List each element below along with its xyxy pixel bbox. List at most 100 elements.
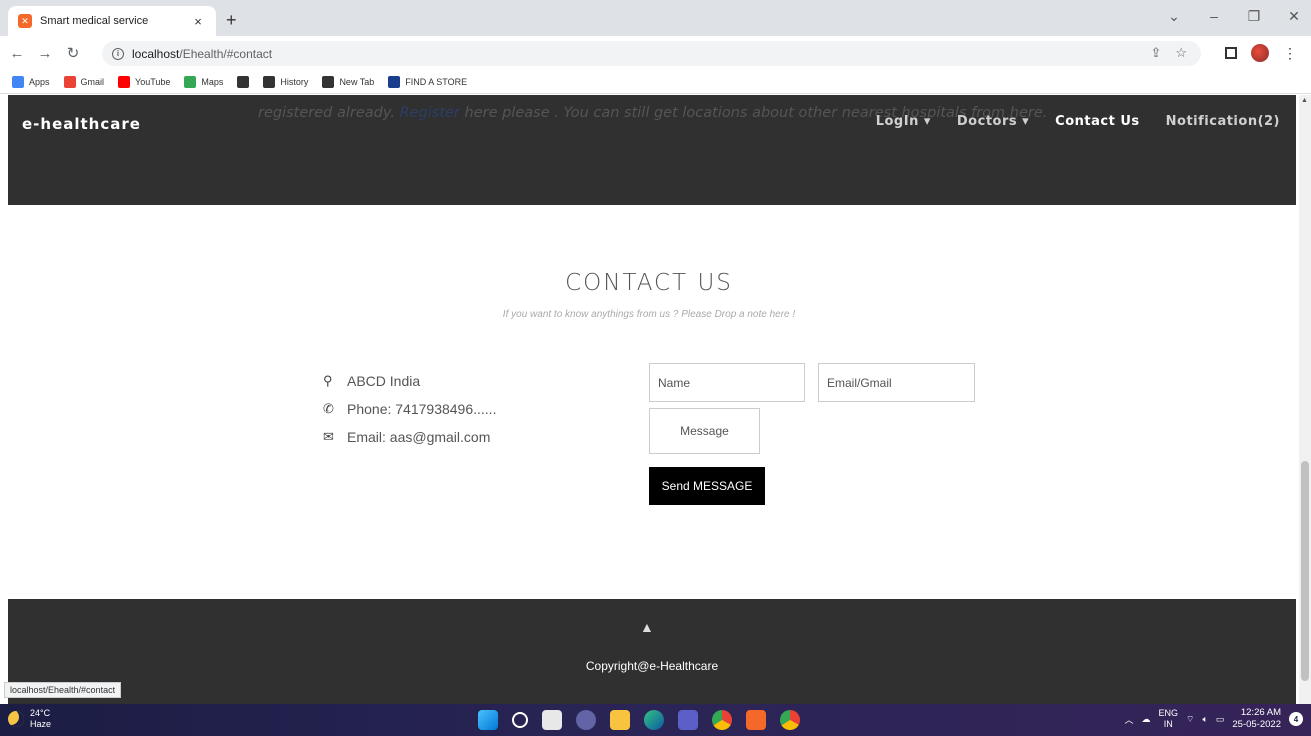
edge-icon[interactable] — [644, 710, 664, 730]
phone-icon: ✆ — [323, 401, 334, 416]
bookmark-label: FIND A STORE — [405, 76, 468, 87]
system-tray: ︿ ☁ ENG IN ⌔ 🔈︎ ▭ 12:26 AM 25-05-2022 4 — [1124, 707, 1303, 731]
browser-toolbar: ← → ↻ i localhost/Ehealth/#contact ⇪ ☆ ⋮ — [0, 36, 1311, 70]
address-bar[interactable]: i localhost/Ehealth/#contact ⇪ ☆ — [102, 41, 1201, 66]
bookmark-label: Gmail — [80, 76, 105, 87]
side-panel-icon[interactable] — [1225, 47, 1237, 59]
window-controls: ⌄ – ❐ ✕ — [1163, 8, 1305, 25]
taskbar-apps — [478, 710, 800, 730]
scroll-up-arrow-icon[interactable]: ▲ — [1301, 97, 1308, 104]
back-icon[interactable]: ← — [6, 45, 28, 62]
tab-title: Smart medical service — [40, 15, 149, 27]
browser-tab[interactable]: ✕ Smart medical service × — [8, 6, 216, 36]
new-tab-button[interactable]: + — [226, 10, 237, 31]
nav-link[interactable]: LogIn ▾ — [876, 114, 931, 129]
site-navbar: e-healthcare registered already. Registe… — [8, 95, 1296, 205]
battery-icon[interactable]: ▭ — [1216, 714, 1225, 725]
close-window-icon[interactable]: ✕ — [1283, 8, 1305, 25]
language-indicator[interactable]: ENG IN — [1158, 708, 1178, 730]
store-icon[interactable] — [678, 710, 698, 730]
scroll-top-icon[interactable]: ▲ — [640, 619, 654, 635]
restore-icon[interactable]: ❐ — [1243, 8, 1265, 25]
bookmark-label: History — [280, 76, 309, 87]
notice-pre: registered already. — [258, 105, 395, 121]
bookmark-item[interactable]: New Tab — [322, 75, 375, 88]
phone-item: ✆ Phone: 7417938496...... — [323, 395, 496, 423]
wifi-icon[interactable]: ⌔ — [1186, 714, 1194, 725]
file-explorer-icon[interactable] — [610, 710, 630, 730]
bookmark-item[interactable] — [237, 75, 250, 88]
tab-search-icon[interactable]: ⌄ — [1163, 8, 1185, 25]
bookmark-item[interactable]: History — [263, 75, 309, 88]
xampp-icon[interactable] — [746, 710, 766, 730]
contact-title: CONTACT US — [565, 270, 733, 296]
apps-icon — [12, 75, 24, 88]
bookmark-item[interactable]: YouTube — [118, 75, 170, 88]
teams-chat-icon[interactable] — [576, 710, 596, 730]
close-tab-icon[interactable]: × — [190, 14, 206, 29]
share-icon[interactable]: ⇪ — [1150, 45, 1161, 61]
site-brand[interactable]: e-healthcare — [22, 115, 141, 133]
bookmark-label: Maps — [201, 76, 224, 87]
lang-top: ENG — [1158, 708, 1178, 718]
bookmark-star-icon[interactable]: ☆ — [1175, 45, 1187, 61]
jio-icon — [388, 75, 401, 88]
bookmark-item[interactable]: Apps — [12, 75, 50, 88]
maps-icon — [184, 75, 197, 88]
bookmark-item[interactable]: FIND A STORE — [388, 75, 468, 88]
message-field[interactable]: Message — [649, 408, 760, 454]
toolbar-right: ⋮ — [1225, 44, 1297, 62]
phone-text: Phone: 7417938496...... — [347, 401, 497, 417]
weather-text: 24°C Haze — [30, 708, 51, 730]
forward-icon[interactable]: → — [34, 45, 56, 62]
scrollbar-thumb[interactable] — [1301, 461, 1309, 681]
chrome-icon[interactable] — [712, 710, 732, 730]
onedrive-icon[interactable]: ☁ — [1141, 714, 1150, 725]
xampp-favicon-icon: ✕ — [18, 14, 32, 28]
chrome-profile-icon[interactable] — [780, 710, 800, 730]
moon-icon — [8, 711, 24, 727]
history-icon — [263, 75, 276, 88]
bookmarks-bar: Apps Gmail YouTube Maps History New Tab FIND A… — [0, 70, 1311, 94]
page-viewport: e-healthcare registered already. Registe… — [0, 95, 1311, 704]
windows-taskbar: 24°C Haze ︿ ☁ ENG IN ⌔ 🔈︎ ▭ 12:26 AM 25-… — [0, 704, 1311, 736]
email-field[interactable]: Email/Gmail — [818, 363, 975, 402]
tray-overflow-icon[interactable]: ︿ — [1124, 713, 1133, 726]
status-bar-url: localhost/Ehealth/#contact — [4, 682, 122, 698]
register-link[interactable]: Register — [400, 105, 460, 121]
envelope-icon: ✉ — [323, 429, 334, 444]
bookmark-label: New Tab — [339, 76, 375, 87]
nav-link[interactable]: Doctors ▾ — [957, 114, 1029, 129]
bookmark-item[interactable]: Gmail — [63, 75, 105, 88]
task-view-icon[interactable] — [542, 710, 562, 730]
email-item: ✉ Email: aas@gmail.com — [323, 423, 496, 451]
profile-avatar-icon[interactable] — [1251, 44, 1269, 62]
bookmark-item[interactable]: Maps — [184, 75, 224, 88]
omnibox-actions: ⇪ ☆ — [1150, 45, 1187, 61]
lang-bottom: IN — [1163, 719, 1173, 729]
reload-icon[interactable]: ↻ — [62, 44, 84, 62]
globe-icon — [237, 75, 250, 88]
menu-kebab-icon[interactable]: ⋮ — [1283, 45, 1297, 62]
weather-widget[interactable]: 24°C Haze — [8, 708, 51, 730]
page-scrollbar[interactable]: ▲ — [1299, 95, 1311, 704]
globe-icon — [322, 75, 335, 88]
url-host: localhost — [132, 46, 180, 61]
youtube-icon — [118, 75, 131, 88]
address-text: ABCD India — [347, 373, 421, 389]
send-message-button[interactable]: Send MESSAGE — [649, 467, 765, 505]
clock[interactable]: 12:26 AM 25-05-2022 — [1232, 707, 1281, 731]
notification-badge[interactable]: 4 — [1289, 712, 1303, 726]
gmail-icon — [63, 75, 76, 88]
nav-link[interactable]: Contact Us — [1055, 114, 1139, 129]
info-icon[interactable]: i — [112, 47, 124, 60]
search-icon[interactable] — [512, 712, 528, 728]
volume-icon[interactable]: 🔈︎ — [1202, 714, 1207, 725]
windows-start-icon[interactable] — [478, 710, 498, 730]
minimize-icon[interactable]: – — [1203, 8, 1225, 25]
weather-temp: 24°C — [30, 708, 51, 718]
name-field[interactable]: Name — [649, 363, 805, 402]
url-text: localhost/Ehealth/#contact — [132, 47, 272, 61]
map-marker-icon: ⚲ — [323, 373, 333, 388]
nav-link[interactable]: Notification(2) — [1166, 114, 1280, 129]
